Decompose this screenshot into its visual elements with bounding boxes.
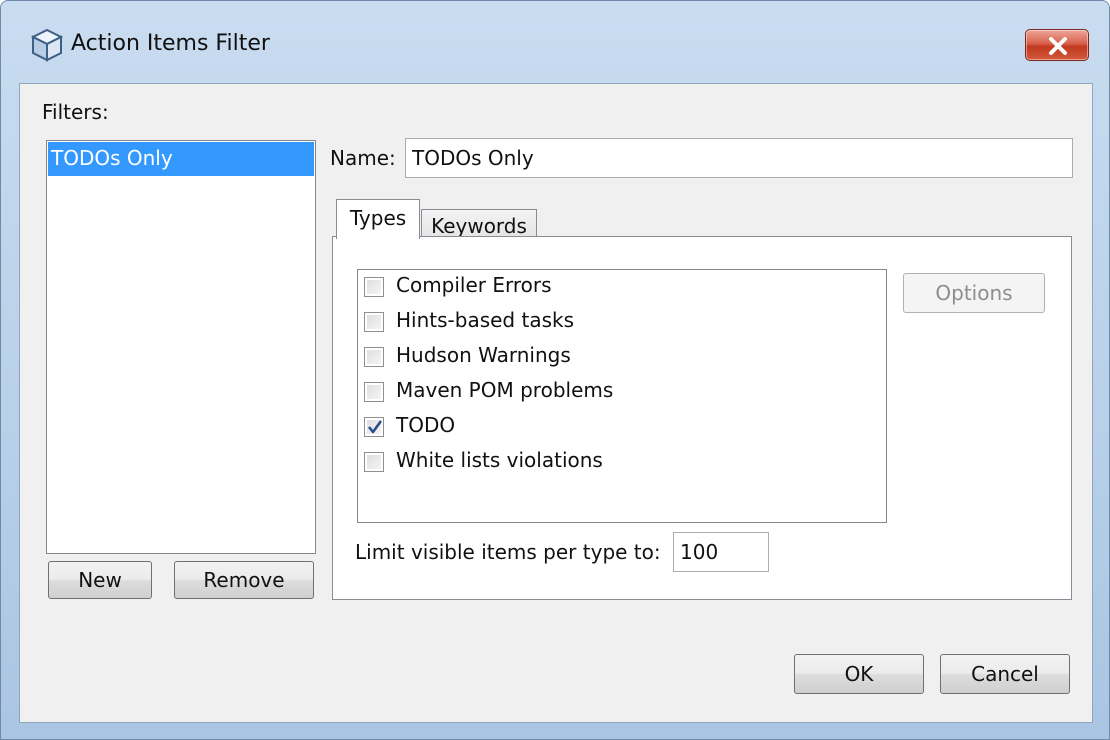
checkbox[interactable] [364,347,384,367]
type-label: Hints-based tasks [396,308,574,332]
checkbox[interactable] [364,312,384,332]
types-list[interactable]: Compiler Errors Hints-based tasks Hudson… [357,269,887,523]
cancel-button[interactable]: Cancel [940,654,1070,694]
new-filter-button[interactable]: New [48,561,152,599]
limit-field[interactable] [673,532,769,572]
limit-label: Limit visible items per type to: [355,540,661,564]
close-button[interactable] [1025,29,1089,61]
filter-list-item[interactable]: TODOs Only [48,142,314,176]
checkbox[interactable] [364,382,384,402]
checkbox[interactable] [364,277,384,297]
options-button[interactable]: Options [903,273,1045,313]
ok-button[interactable]: OK [794,654,924,694]
window-title: Action Items Filter [71,31,270,56]
name-field[interactable] [405,138,1073,178]
type-label: Hudson Warnings [396,343,571,367]
filters-label: Filters: [42,100,109,124]
title-bar[interactable]: Action Items Filter [1,1,1109,83]
action-items-filter-dialog: Action Items Filter Filters: TODOs Only … [0,0,1110,740]
remove-filter-button[interactable]: Remove [174,561,314,599]
type-label: Maven POM problems [396,378,614,402]
type-label: TODO [396,413,456,437]
checkbox-checked[interactable] [364,417,384,437]
name-label: Name: [330,146,396,170]
netbeans-cube-icon [30,28,64,62]
tab-types[interactable]: Types [336,199,420,239]
checkbox[interactable] [364,452,384,472]
type-label: White lists violations [396,448,603,472]
checkmark-icon [367,420,383,434]
types-tab-panel: Compiler Errors Hints-based tasks Hudson… [332,236,1072,600]
dialog-content: Filters: TODOs Only New Remove Name: Typ… [19,83,1093,723]
type-label: Compiler Errors [396,273,552,297]
filters-list[interactable]: TODOs Only [46,140,316,554]
